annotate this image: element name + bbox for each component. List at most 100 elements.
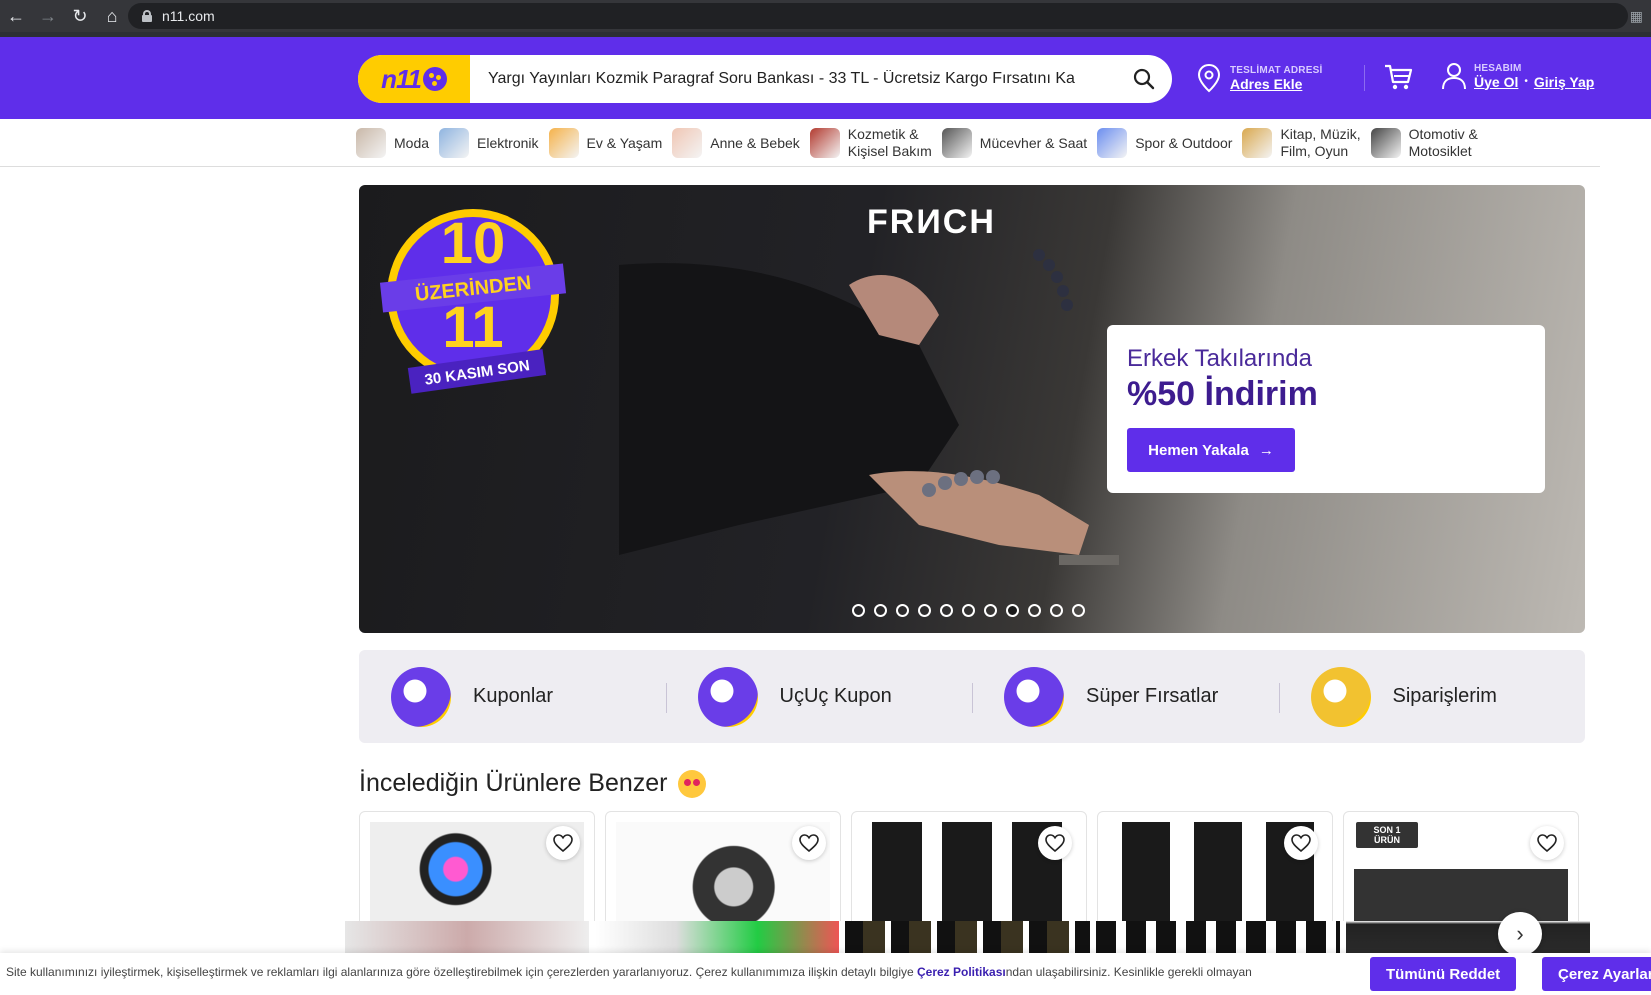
reload-icon[interactable]: ↻ [64,0,96,32]
logo-ball-icon [422,67,447,91]
home-icon[interactable]: ⌂ [96,0,128,32]
category-thumbnail-icon [1242,128,1273,158]
header-divider [1364,65,1365,91]
cart-icon[interactable] [1382,61,1414,93]
quick-links: Kuponlar UçUç Kupon Süper Fırsatlar Sipariş… [359,650,1585,743]
category-label: Anne & Bebek [710,134,800,151]
link-separator: • [1524,76,1528,87]
heart-eyes-emoji-icon [677,769,706,798]
favorite-heart-icon[interactable] [546,826,580,860]
cta-label: Hemen Yakala [1148,441,1249,459]
quick-link-item[interactable]: Süper Fırsatlar [972,666,1279,727]
slider-dot[interactable] [874,604,887,617]
cookie-text: Site kullanımınızı iyileştirmek, kişisel… [6,965,1252,979]
product-image [1095,921,1340,953]
sidebar-icon[interactable]: ▦ [1630,8,1643,25]
category-item[interactable]: Elektronik [439,128,539,158]
category-thumbnail-icon [1097,128,1128,158]
brand-logo: FRИCH [867,203,996,241]
quick-link-label: Siparişlerim [1392,685,1497,707]
cookie-banner: Site kullanımınızı iyileştirmek, kişisel… [0,953,1651,995]
slider-dot[interactable] [1072,604,1085,617]
category-item[interactable]: Kitap, Müzik, Film, Oyun [1242,126,1361,160]
slider-dot[interactable] [896,604,909,617]
slider-dot[interactable] [962,604,975,617]
quick-link-icon [1310,666,1371,727]
product-card[interactable] [359,811,595,921]
category-item[interactable]: Kozmetik & Kişisel Bakım [809,126,932,160]
promo-line1: Erkek Takılarında [1127,345,1312,372]
product-carousel: SON 1 ÜRÜN [359,811,1585,921]
product-card[interactable] [1097,811,1333,921]
search-icon[interactable] [1116,55,1172,103]
category-item[interactable]: Otomotiv & Motosiklet [1370,126,1478,160]
quick-link-label: UçUç Kupon [779,685,892,707]
slider-dot[interactable] [852,604,865,617]
category-thumbnail-icon [809,128,840,158]
delivery-address[interactable]: TESLİMAT ADRESİ Adres Ekle [1196,63,1322,93]
delivery-caption: TESLİMAT ADRESİ [1230,64,1323,76]
slider-dot[interactable] [940,604,953,617]
badge-number: 11 [442,295,503,360]
slider-dot[interactable] [918,604,931,617]
back-icon[interactable]: ← [0,0,32,32]
site-header: n11 Yargı Yayınları Kozmik Paragraf Soru… [0,37,1651,119]
quick-link-icon [697,666,758,727]
category-thumbnail-icon [672,128,703,158]
quick-link-item[interactable]: Siparişlerim [1278,666,1586,727]
favorite-heart-icon[interactable] [792,826,826,860]
category-item[interactable]: Mücevher & Saat [941,128,1088,158]
category-item[interactable]: Spor & Outdoor [1097,128,1232,158]
carousel-next-button[interactable]: › [1498,912,1542,956]
category-thumbnail-icon [1370,128,1401,158]
category-label: Otomotiv & Motosiklet [1408,126,1478,159]
favorite-heart-icon[interactable] [1530,826,1564,860]
quick-link-item[interactable]: UçUç Kupon [665,666,973,727]
cookie-text-before: Site kullanımınızı iyileştirmek, kişisel… [6,965,917,979]
address-bar[interactable]: n11.com [128,3,1628,29]
search-bar: n11 Yargı Yayınları Kozmik Paragraf Soru… [358,55,1172,103]
product-image [1345,921,1590,953]
add-address-link[interactable]: Adres Ekle [1230,76,1322,92]
product-card[interactable]: SON 1 ÜRÜN [1343,811,1579,921]
slider-dots [852,604,1085,617]
hero-banner[interactable]: FRИCH 10 ÜZERİNDEN 11 30 KASIM SON Erkek… [359,185,1585,633]
product-card[interactable] [851,811,1087,921]
user-icon[interactable] [1440,61,1468,91]
category-thumbnail-icon [941,128,972,158]
category-item[interactable]: Ev & Yaşam [548,128,662,158]
n11-logo[interactable]: n11 [358,55,470,103]
slider-dot[interactable] [1050,604,1063,617]
cookie-settings-button[interactable]: Çerez Ayarları [1542,957,1651,991]
quick-link-label: Süper Fırsatlar [1086,685,1219,707]
location-pin-icon [1197,63,1221,93]
quick-link-item[interactable]: Kuponlar [359,666,666,727]
product-card[interactable] [605,811,841,921]
section-title: İncelediğin Ürünlere Benzer [359,769,706,798]
promo-line2: %50 İndirim [1127,375,1318,413]
product-image [845,921,1090,953]
slider-dot[interactable] [1006,604,1019,617]
browser-toolbar: ← → ↻ ⌂ n11.com ▦ [0,0,1651,32]
slider-dot[interactable] [1028,604,1041,617]
product-images-row [345,921,1590,953]
search-input[interactable]: Yargı Yayınları Kozmik Paragraf Soru Ban… [470,70,1116,88]
reject-all-button[interactable]: Tümünü Reddet [1370,957,1517,991]
category-item[interactable]: Anne & Bebek [672,128,800,158]
quick-link-icon [1004,666,1064,727]
slider-dot[interactable] [984,604,997,617]
signup-link[interactable]: Üye Ol [1474,74,1518,90]
product-image [345,921,590,953]
login-link[interactable]: Giriş Yap [1534,74,1594,90]
cookie-policy-link[interactable]: Çerez Politikası [917,965,1006,979]
category-thumbnail-icon [356,128,386,158]
favorite-heart-icon[interactable] [1284,826,1318,860]
hemen-yakala-button[interactable]: Hemen Yakala → [1127,428,1295,472]
category-label: Mücevher & Saat [979,134,1088,151]
category-thumbnail-icon [548,128,579,158]
favorite-heart-icon[interactable] [1038,826,1072,860]
category-item[interactable]: Moda [356,128,429,158]
promo-card: Erkek Takılarında %50 İndirim Hemen Yaka… [1107,325,1545,493]
account-menu: HESABIM Üye Ol • Giriş Yap [1440,61,1594,91]
forward-icon[interactable]: → [32,0,64,32]
